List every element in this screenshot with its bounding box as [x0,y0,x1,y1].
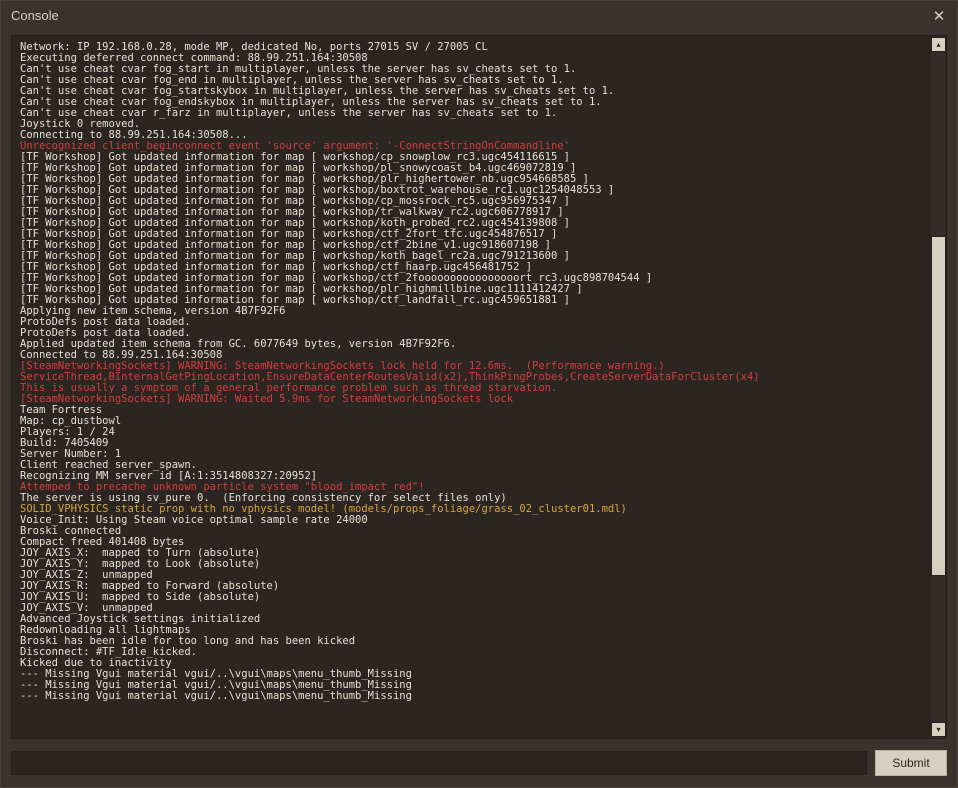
log-line: --- Missing Vgui material vgui/..\vgui\m… [20,691,921,702]
console-window: Console ✕ Network: IP 192.168.0.28, mode… [0,0,958,788]
close-icon[interactable]: ✕ [931,7,947,25]
log-line: Map: cp_dustbowl [20,416,921,427]
log-line: Team Fortress [20,405,921,416]
scroll-down-icon[interactable]: ▾ [931,722,946,737]
log-line: Players: 1 / 24 [20,427,921,438]
scrollbar[interactable]: ▴ ▾ [929,36,946,738]
log-output[interactable]: Network: IP 192.168.0.28, mode MP, dedic… [12,36,929,738]
titlebar: Console ✕ [1,1,957,29]
scroll-up-icon[interactable]: ▴ [931,37,946,52]
submit-button[interactable]: Submit [875,750,947,776]
window-title: Console [11,8,59,23]
scroll-thumb[interactable] [931,236,946,576]
log-container: Network: IP 192.168.0.28, mode MP, dedic… [11,35,947,739]
command-input[interactable] [11,751,867,775]
bottombar: Submit [1,747,957,787]
log-line: JOY_AXIS_Y: mapped to Look (absolute) [20,559,921,570]
log-line: Voice_Init: Using Steam voice optimal sa… [20,515,921,526]
log-line: Build: 7405409 [20,438,921,449]
log-line: JOY_AXIS_U: mapped to Side (absolute) [20,592,921,603]
log-line: [SteamNetworkingSockets] WARNING: Waited… [20,394,921,405]
log-line: Can't use cheat cvar r_farz in multiplay… [20,108,921,119]
